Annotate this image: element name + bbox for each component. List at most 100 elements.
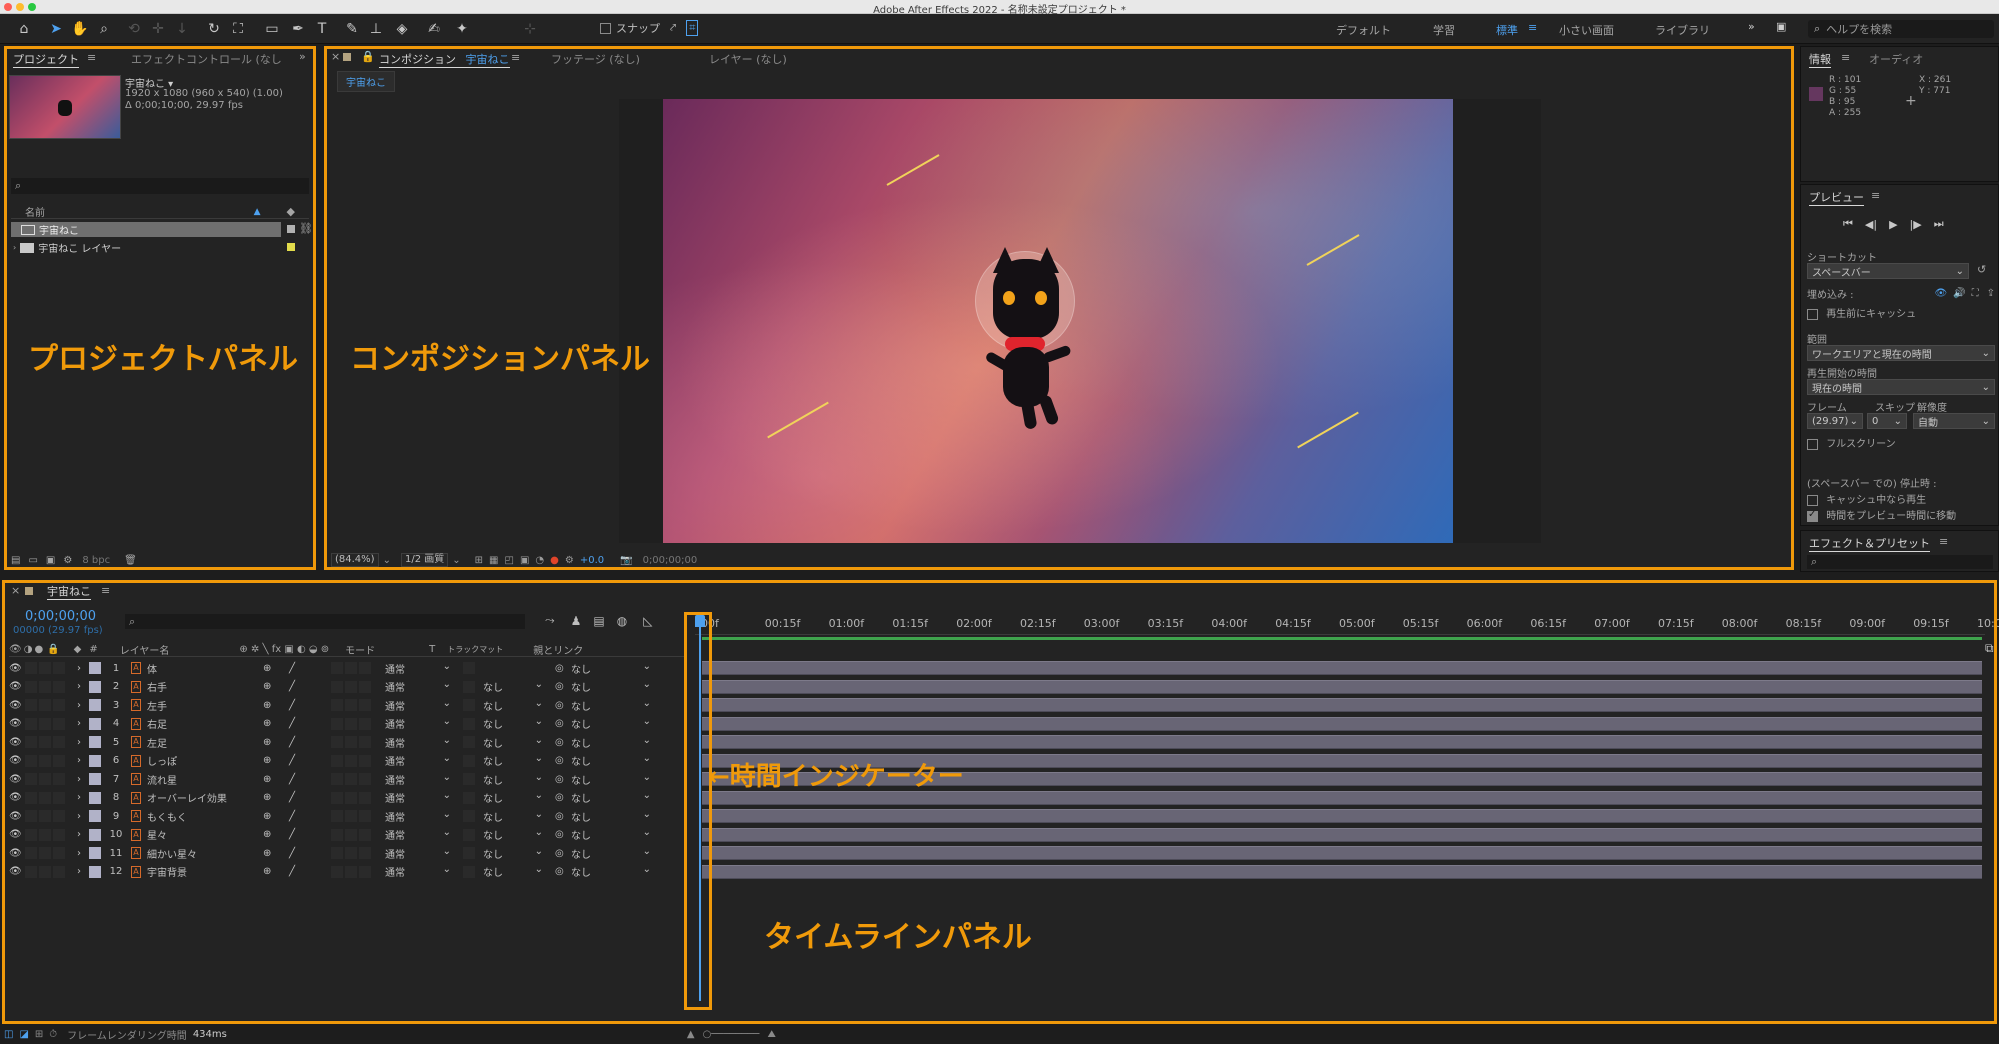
last-frame-icon[interactable]: ⏭: [1934, 217, 1944, 231]
shortcut-select[interactable]: スペースバー ⌄: [1807, 263, 1969, 279]
snap-checkbox[interactable]: [600, 22, 611, 34]
guides-icon[interactable]: ▣: [520, 555, 529, 566]
tab-info[interactable]: 情報: [1809, 51, 1831, 68]
eraser-tool-icon[interactable]: ◈: [392, 19, 412, 39]
layer-duration-bar[interactable]: [702, 809, 1982, 823]
cache-play-checkbox[interactable]: [1807, 494, 1818, 506]
layer-duration-bar[interactable]: [702, 846, 1982, 860]
next-frame-icon[interactable]: |▶: [1910, 218, 1922, 231]
interpret-footage-icon[interactable]: ▤: [11, 555, 20, 566]
snap-toggle[interactable]: スナップ ⤤ ⌗: [600, 20, 699, 36]
layer-duration-bar[interactable]: [702, 864, 1982, 879]
workspace-default[interactable]: デフォルト: [1336, 22, 1391, 38]
clone-stamp-icon[interactable]: ⊥: [366, 19, 386, 39]
workspace-small[interactable]: 小さい画面: [1559, 22, 1614, 38]
chevron-down-icon[interactable]: ⌄: [452, 555, 460, 566]
help-search[interactable]: ⌕ ヘルプを検索: [1808, 20, 1994, 38]
tab-effect-controls[interactable]: エフェクトコントロール (なし: [131, 51, 282, 67]
fullscreen-checkbox[interactable]: [1807, 438, 1818, 450]
comp-viewer-canvas[interactable]: [663, 99, 1453, 543]
workspace-panel-icon[interactable]: ▣: [1776, 20, 1786, 33]
panel-menu-icon[interactable]: ≡: [1871, 189, 1880, 202]
tab-project[interactable]: プロジェクト: [13, 51, 79, 68]
project-item-folder[interactable]: › 宇宙ねこ レイヤー: [11, 240, 281, 255]
transfer-controls-icon[interactable]: ◪: [19, 1029, 28, 1040]
effects-title[interactable]: エフェクト＆プリセット: [1809, 535, 1930, 552]
trash-icon[interactable]: 🗑: [124, 555, 137, 566]
zoom-select[interactable]: (84.4%): [331, 553, 379, 567]
panel-menu-icon[interactable]: ≡: [511, 51, 520, 64]
move-time-option[interactable]: 時間をプレビュー時間に移動: [1807, 507, 1956, 522]
layer-switches-icon[interactable]: ◫: [4, 1029, 13, 1040]
orbit-camera-icon[interactable]: ⟲: [124, 19, 144, 39]
cache-before-checkbox[interactable]: [1807, 308, 1818, 320]
new-folder-icon[interactable]: ▭: [28, 555, 37, 566]
previous-frame-icon[interactable]: ◀|: [1865, 218, 1877, 231]
tab-composition[interactable]: コンポジション 宇宙ねこ: [379, 51, 510, 68]
label-column-icon[interactable]: ◆: [287, 205, 295, 218]
preview-resolution-select[interactable]: 自動 ⌄: [1913, 413, 1995, 429]
hand-tool-icon[interactable]: ✋: [70, 19, 90, 39]
range-select[interactable]: ワークエリアと現在の時間 ⌄: [1807, 345, 1995, 361]
audio-toggle-icon[interactable]: 🔊: [1953, 288, 1965, 299]
play-icon[interactable]: ▶: [1889, 218, 1897, 231]
label-color-swatch[interactable]: [287, 243, 295, 251]
tab-footage[interactable]: フッテージ (なし): [551, 51, 640, 67]
project-search-input[interactable]: ⌕: [11, 178, 309, 194]
snap-target-icon[interactable]: ⌗: [686, 20, 699, 36]
sort-asc-icon[interactable]: ▲: [254, 207, 261, 217]
label-color-swatch[interactable]: [287, 225, 295, 233]
region-of-interest-icon[interactable]: ⊞: [475, 555, 483, 566]
pen-tool-icon[interactable]: ✒: [288, 19, 308, 39]
mask-visibility-icon[interactable]: ◰: [504, 555, 513, 566]
channel-icon[interactable]: ◔: [535, 555, 544, 566]
layer-duration-bar[interactable]: [702, 679, 1982, 694]
resolution-select[interactable]: 1/2 画質: [400, 553, 449, 567]
comp-breadcrumb[interactable]: 宇宙ねこ: [337, 71, 395, 92]
layer-duration-bar[interactable]: [702, 661, 1982, 675]
effects-search-input[interactable]: ⌕: [1807, 555, 1993, 569]
pan-camera-icon[interactable]: ✛: [148, 19, 168, 39]
name-column-header[interactable]: 名前: [25, 204, 45, 219]
rotate-tool-icon[interactable]: ↻: [204, 19, 224, 39]
comp-button-icon[interactable]: ⧉: [1985, 641, 1994, 656]
zoom-out-icon[interactable]: ▲: [687, 1029, 695, 1040]
chevron-down-icon[interactable]: ⌄: [383, 555, 391, 566]
roto-brush-icon[interactable]: ✍: [424, 19, 444, 39]
layer-duration-bar[interactable]: [702, 827, 1982, 842]
dolly-camera-icon[interactable]: ↓: [172, 19, 192, 39]
expand-chevron-icon[interactable]: ›: [13, 243, 16, 252]
home-icon[interactable]: ⌂: [14, 19, 34, 39]
fullscreen-option[interactable]: フルスクリーン: [1807, 435, 1896, 450]
zoom-in-icon[interactable]: ⛰: [767, 1029, 775, 1040]
snapshot-icon[interactable]: 📷: [620, 555, 632, 566]
layer-duration-bar[interactable]: [702, 698, 1982, 712]
workspace-standard[interactable]: 標準: [1496, 22, 1518, 38]
panel-menu-icon[interactable]: ≡: [1939, 535, 1948, 548]
exposure-reset-icon[interactable]: ⚙: [565, 555, 574, 566]
close-tab-icon[interactable]: ×: [331, 50, 340, 63]
color-management-icon[interactable]: ●: [550, 555, 559, 566]
workspace-overflow-icon[interactable]: »: [1748, 20, 1755, 33]
pan-behind-icon[interactable]: ⛶: [228, 19, 248, 39]
workspace-menu-icon[interactable]: ≡: [1528, 21, 1537, 34]
in-out-icon[interactable]: ⊞: [35, 1029, 43, 1040]
cache-before-option[interactable]: 再生前にキャッシュ: [1807, 305, 1916, 320]
panel-menu-icon[interactable]: ≡: [87, 51, 96, 64]
start-select[interactable]: 現在の時間 ⌄: [1807, 379, 1995, 395]
help-search-input[interactable]: ヘルプを検索: [1826, 21, 1892, 37]
selection-tool-icon[interactable]: ➤: [46, 19, 66, 39]
frame-rate-select[interactable]: (29.97) ⌄: [1807, 413, 1863, 429]
puppet-pin-icon[interactable]: ✦: [452, 19, 472, 39]
cache-play-option[interactable]: キャッシュ中なら再生: [1807, 491, 1926, 506]
lock-icon[interactable]: 🔒: [361, 50, 375, 63]
tab-audio[interactable]: オーディオ: [1869, 51, 1923, 67]
new-comp-icon[interactable]: ▣: [46, 555, 55, 566]
video-toggle-icon[interactable]: 👁: [1934, 288, 1947, 299]
project-item-comp[interactable]: 宇宙ねこ: [11, 222, 281, 237]
text-tool-icon[interactable]: T: [312, 19, 332, 39]
move-time-checkbox[interactable]: [1807, 509, 1818, 522]
brush-tool-icon[interactable]: ✎: [342, 19, 362, 39]
first-frame-icon[interactable]: ⏮: [1843, 217, 1853, 231]
layer-duration-bar[interactable]: [702, 735, 1982, 749]
